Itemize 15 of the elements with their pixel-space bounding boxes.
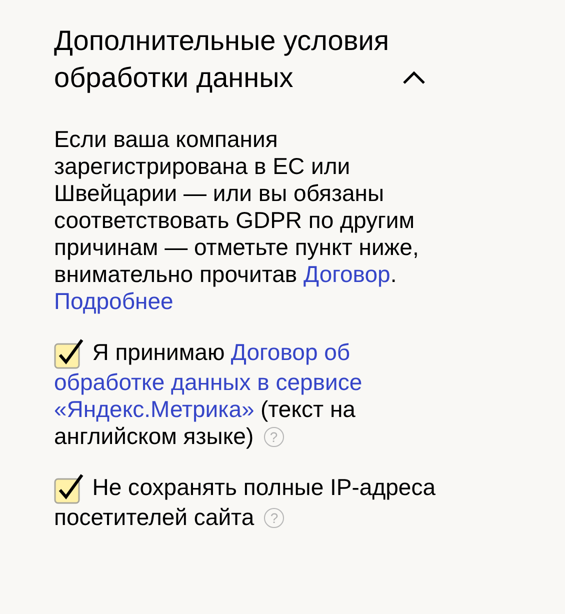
agreement-link[interactable]: Договор [304,261,390,287]
section-title: Дополнительные условия обработки данных [54,24,390,95]
option-text: английском языке) [54,423,254,450]
agreement-link[interactable]: обработке данных в сервисе [54,369,362,396]
chevron-up-icon[interactable] [402,70,426,86]
more-link[interactable]: Подробнее [54,288,174,315]
checkbox[interactable] [54,474,84,504]
option-text: Я принимаю [92,339,225,366]
agreement-link[interactable]: «Яндекс.Метрика» [54,396,254,423]
agreement-link[interactable]: Договор об [230,339,350,366]
option-text: (текст на [260,396,356,423]
option-text: посетителей сайта [54,504,254,531]
description-text: Если ваша компания зарегистрирована в ЕС или Швейцарии — или вы обязаны соответствовать GDPR по другим причинам — отметьте пункт ниже, внимательно прочитав Договор. Подробнее [54,126,420,315]
option-text: Не сохранять полные IP-адреса [92,474,436,501]
checkbox[interactable] [54,339,84,369]
